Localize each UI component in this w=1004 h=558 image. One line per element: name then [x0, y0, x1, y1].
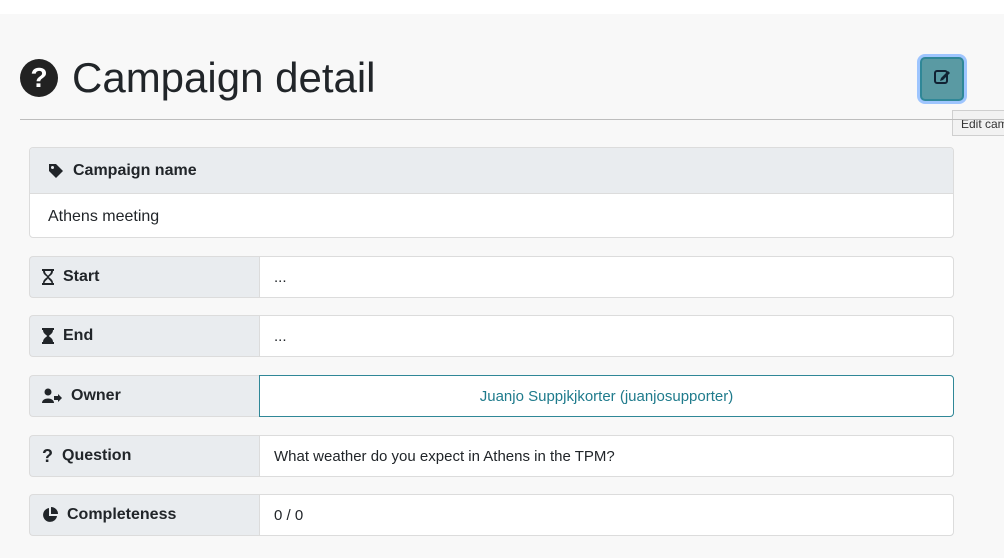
question-icon: ? — [42, 445, 53, 466]
campaign-name-card: Campaign name Athens meeting — [29, 147, 954, 238]
end-label-cell: End — [29, 315, 259, 357]
user-share-icon — [42, 388, 62, 404]
end-value: ... — [259, 315, 954, 357]
start-row: Start ... — [29, 256, 954, 298]
hourglass-start-icon — [42, 269, 54, 285]
question-label: Question — [62, 447, 132, 464]
page-title: Campaign detail — [72, 54, 376, 101]
hourglass-end-icon — [42, 328, 54, 344]
divider — [20, 119, 1004, 120]
completeness-value: 0 / 0 — [259, 494, 954, 536]
owner-label: Owner — [71, 387, 121, 404]
edit-icon — [933, 68, 951, 91]
start-label: Start — [63, 268, 100, 285]
tag-icon — [48, 163, 64, 179]
question-value: What weather do you expect in Athens in … — [259, 435, 954, 477]
campaign-name-header: Campaign name — [30, 148, 953, 194]
campaign-name-value: Athens meeting — [48, 207, 160, 225]
question-circle-icon: ? — [20, 59, 58, 97]
completeness-label: Completeness — [67, 506, 177, 523]
campaign-name-label: Campaign name — [73, 161, 197, 179]
completeness-row: Completeness 0 / 0 — [29, 494, 954, 536]
question-row: ? Question What weather do you expect in… — [29, 435, 954, 477]
start-value: ... — [259, 256, 954, 298]
page-header: ? Campaign detail — [20, 50, 376, 106]
end-row: End ... — [29, 315, 954, 357]
owner-label-cell: Owner — [29, 375, 259, 417]
question-label-cell: ? Question — [29, 435, 259, 477]
edit-tooltip: Edit campaign — [952, 110, 1004, 136]
owner-link[interactable]: Juanjo Suppjkjkorter (juanjosupporter) — [259, 375, 954, 417]
completeness-label-cell: Completeness — [29, 494, 259, 536]
end-label: End — [63, 327, 94, 344]
start-label-cell: Start — [29, 256, 259, 298]
owner-row: Owner Juanjo Suppjkjkorter (juanjosuppor… — [29, 375, 954, 417]
pie-chart-icon — [42, 507, 58, 523]
edit-campaign-button[interactable] — [920, 57, 964, 101]
